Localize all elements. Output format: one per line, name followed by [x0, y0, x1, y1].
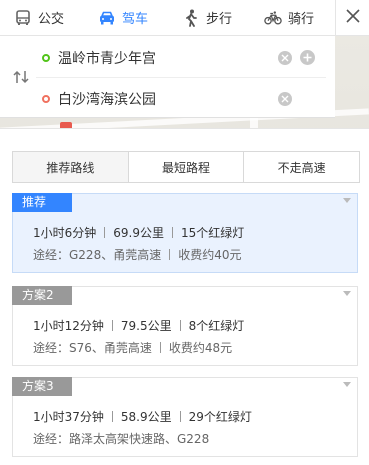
divider	[111, 411, 113, 422]
strategy-shortest[interactable]: 最短路程	[128, 152, 245, 182]
divider	[172, 227, 174, 238]
clear-icon	[281, 95, 289, 103]
route-badge: 方案2	[12, 286, 72, 305]
tab-bus[interactable]: 公交	[0, 0, 84, 36]
car-icon	[98, 9, 116, 27]
start-dot-icon	[42, 53, 50, 62]
route-time: 1小时12分钟	[33, 319, 104, 333]
route-traffic-lights: 15个红绿灯	[181, 226, 245, 240]
tab-ride[interactable]: 骑行	[250, 0, 335, 36]
bus-icon	[14, 9, 32, 27]
route-card[interactable]: 方案2 1小时12分钟 79.5公里 8个红绿灯 途经：S76、甬莞高速 收费约…	[12, 286, 358, 366]
divider	[111, 320, 113, 331]
add-waypoint-button[interactable]	[300, 50, 315, 65]
tab-bus-label: 公交	[38, 12, 65, 27]
tab-walk[interactable]: 步行	[168, 0, 250, 36]
route-via: 途经：S76、甬莞高速 收费约48元	[33, 339, 232, 356]
tab-drive[interactable]: 驾车	[84, 0, 168, 36]
divider	[104, 227, 106, 238]
route-summary: 1小时12分钟 79.5公里 8个红绿灯	[33, 317, 244, 334]
route-traffic-lights: 29个红绿灯	[188, 410, 252, 424]
clear-end-button[interactable]	[278, 92, 292, 106]
route-time: 1小时6分钟	[33, 226, 97, 240]
end-input[interactable]	[58, 84, 278, 114]
divider	[179, 411, 181, 422]
route-via: 途经：G228、甬莞高速 收费约40元	[33, 246, 242, 263]
tab-drive-label: 驾车	[122, 12, 149, 27]
route-results-panel: 推荐路线 最短路程 不走高速 推荐 1小时6分钟 69.9公里 15个红绿灯 途…	[0, 128, 369, 465]
expand-caret-icon[interactable]	[343, 291, 351, 296]
end-row	[36, 79, 326, 119]
plus-icon	[303, 53, 312, 62]
tab-walk-label: 步行	[206, 12, 233, 27]
divider	[179, 320, 181, 331]
route-summary: 1小时6分钟 69.9公里 15个红绿灯	[33, 224, 244, 241]
close-icon	[345, 9, 360, 26]
route-traffic-lights: 8个红绿灯	[188, 319, 245, 333]
clear-icon	[281, 54, 289, 61]
tab-ride-label: 骑行	[288, 12, 315, 27]
swap-button[interactable]	[10, 68, 32, 88]
bike-icon	[264, 9, 282, 27]
route-distance: 58.9公里	[120, 410, 172, 424]
start-row	[36, 38, 326, 78]
clear-start-button[interactable]	[278, 50, 292, 65]
expand-caret-icon[interactable]	[343, 382, 351, 387]
divider	[169, 249, 171, 260]
walk-icon	[182, 9, 200, 27]
route-card[interactable]: 方案3 1小时37分钟 58.9公里 29个红绿灯 途经：路泽太高架快速路、G2…	[12, 377, 358, 457]
route-distance: 79.5公里	[120, 319, 172, 333]
route-input-panel	[0, 36, 335, 118]
route-card[interactable]: 推荐 1小时6分钟 69.9公里 15个红绿灯 途经：G228、甬莞高速 收费约…	[12, 193, 358, 273]
route-via-roads: 途经：路泽太高架快速路、G228	[33, 432, 210, 446]
route-badge: 推荐	[12, 193, 72, 212]
route-summary: 1小时37分钟 58.9公里 29个红绿灯	[33, 408, 252, 425]
strategy-recommended[interactable]: 推荐路线	[13, 152, 129, 182]
close-button[interactable]	[335, 0, 369, 36]
route-toll: 收费约40元	[178, 248, 242, 262]
route-badge: 方案3	[12, 377, 72, 396]
end-dot-icon	[42, 95, 50, 103]
travel-mode-tabs: 公交 驾车 步行 骑行	[0, 0, 335, 36]
route-time: 1小时37分钟	[33, 410, 104, 424]
route-via: 途经：路泽太高架快速路、G228	[33, 430, 209, 447]
route-via-roads: 途经：G228、甬莞高速	[33, 248, 162, 262]
route-toll: 收费约48元	[168, 341, 233, 355]
route-via-roads: 途经：S76、甬莞高速	[33, 341, 152, 355]
expand-caret-icon[interactable]	[343, 198, 351, 203]
start-input[interactable]	[58, 42, 278, 73]
route-distance: 69.9公里	[113, 226, 165, 240]
divider	[159, 342, 161, 353]
strategy-no-highway[interactable]: 不走高速	[244, 152, 360, 182]
swap-arrows-icon	[12, 70, 30, 87]
route-strategy-tabs: 推荐路线 最短路程 不走高速	[12, 151, 360, 183]
